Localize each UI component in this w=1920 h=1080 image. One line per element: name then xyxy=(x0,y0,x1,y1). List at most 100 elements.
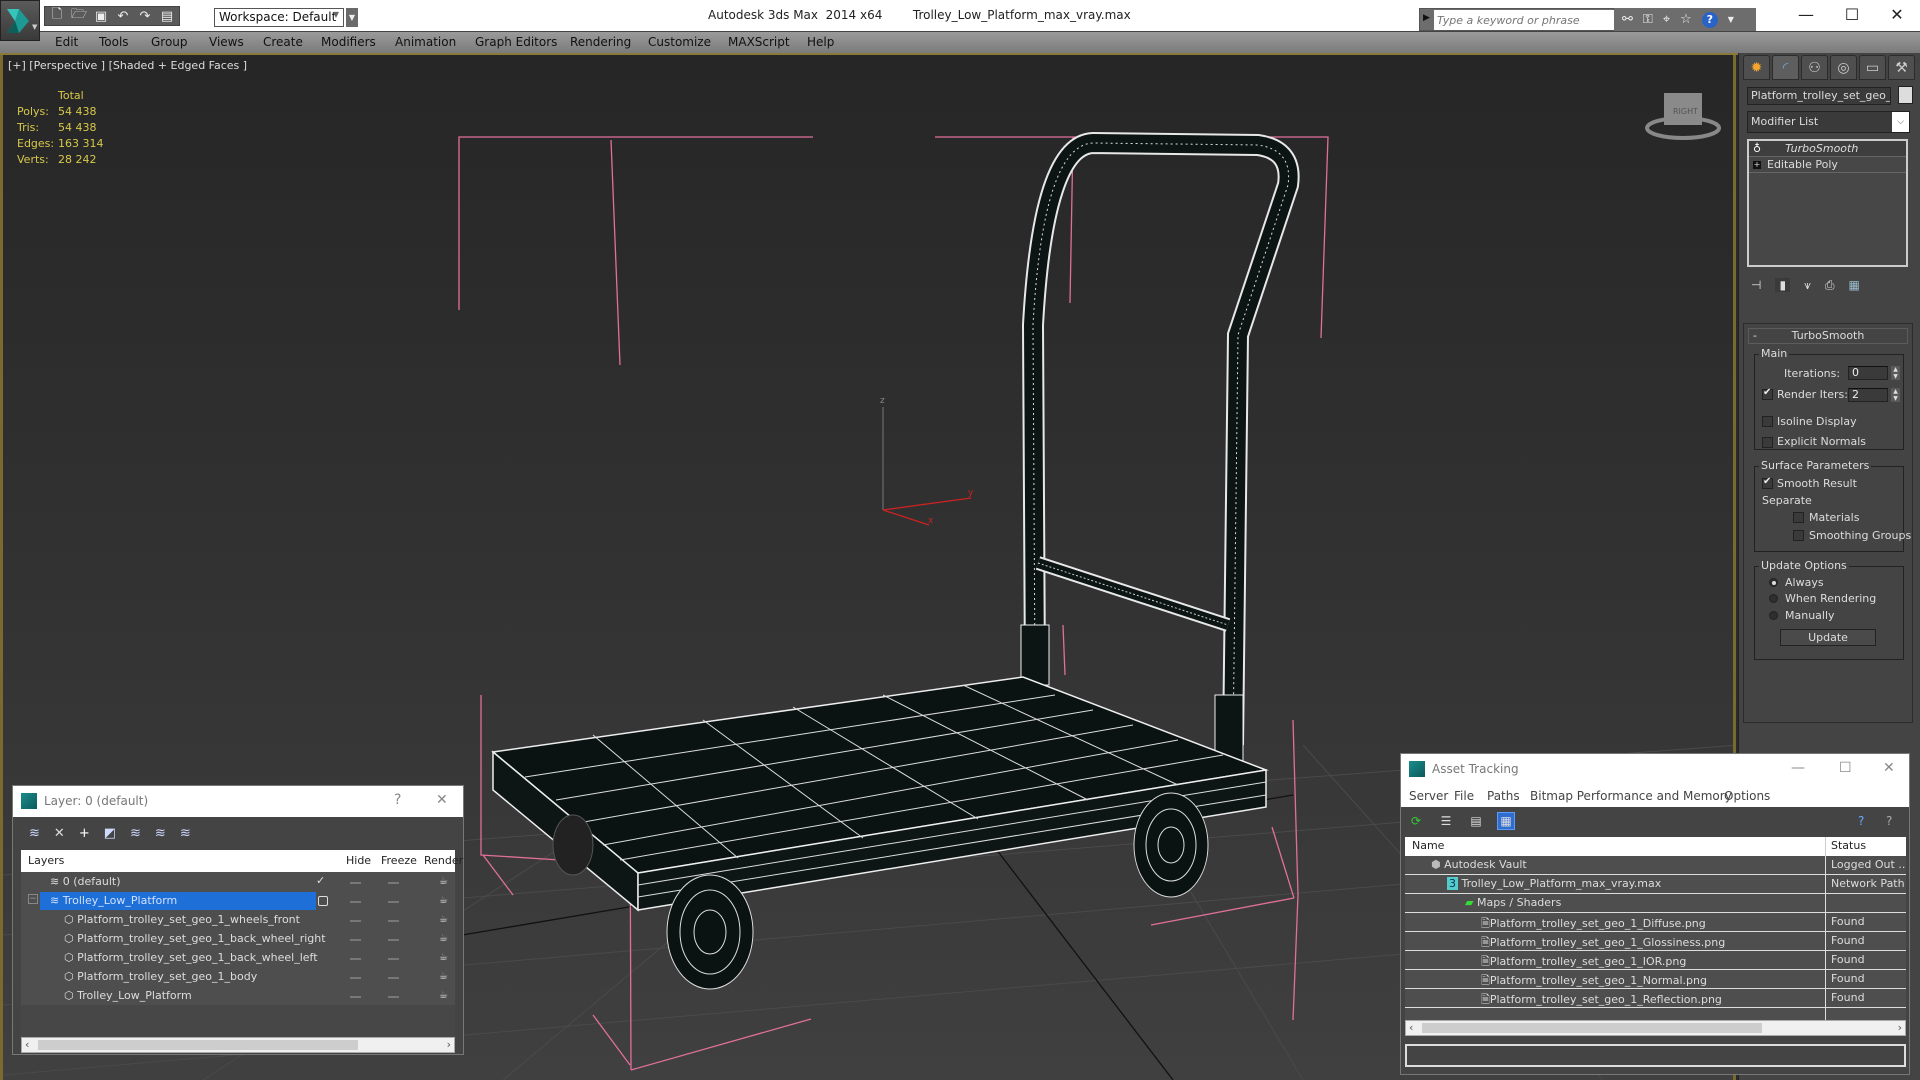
vault-help-icon[interactable]: ? xyxy=(1858,814,1864,828)
explicit-normals-checkbox[interactable] xyxy=(1762,437,1773,448)
render-iters-spinner-field[interactable]: 2 xyxy=(1848,388,1888,402)
rollout-header[interactable]: - TurboSmooth xyxy=(1748,328,1908,344)
stack-item-turbosmooth[interactable]: ♁ TurboSmooth xyxy=(1749,141,1906,157)
application-menu-button[interactable]: ▼ xyxy=(0,0,40,41)
remove-modifier-icon[interactable]: ⎙ xyxy=(1825,278,1835,293)
asset-path-field[interactable] xyxy=(1405,1044,1906,1067)
star-icon[interactable]: ☆ xyxy=(1680,12,1692,27)
dialog-title-bar[interactable]: Layer: 0 (default) ? ✕ xyxy=(13,786,463,817)
freeze-toggle[interactable] xyxy=(388,958,399,960)
help-icon[interactable]: ? xyxy=(1701,11,1718,28)
teapot-render-icon[interactable]: ☕ xyxy=(439,895,448,906)
smooth-result-checkbox[interactable] xyxy=(1762,476,1773,489)
always-radio[interactable] xyxy=(1769,578,1778,587)
asset-row[interactable]: ⬢ Autodesk Vault Logged Out ... xyxy=(1405,856,1906,875)
object-row[interactable]: ⬡ Platform_trolley_set_geo_1_back_wheel_… xyxy=(26,949,459,968)
teapot-render-icon[interactable]: ☕ xyxy=(439,952,448,963)
menu-edit[interactable]: Edit xyxy=(55,35,78,49)
stack-item-editable-poly[interactable]: + Editable Poly xyxy=(1749,157,1906,173)
create-layer-icon[interactable]: ≋ xyxy=(29,826,40,841)
chevron-down-icon[interactable]: ▼ xyxy=(1728,15,1734,24)
lightbulb-icon[interactable]: ♁ xyxy=(1753,142,1761,155)
binoculars-icon[interactable]: ⚯ xyxy=(1622,12,1633,27)
menu-bitmap-performance[interactable]: Bitmap Performance and Memory xyxy=(1530,789,1732,803)
layer-row[interactable]: ≋ 0 (default) ✓ ☕ xyxy=(26,873,459,892)
list-view-icon[interactable]: ☰ xyxy=(1437,812,1455,830)
teapot-render-icon[interactable]: ☕ xyxy=(439,914,448,925)
menu-paths[interactable]: Paths xyxy=(1487,789,1520,803)
render-iters-checkbox[interactable] xyxy=(1762,387,1773,400)
hide-toggle[interactable] xyxy=(350,996,361,998)
column-header-render[interactable]: Render xyxy=(424,854,463,867)
manually-radio[interactable] xyxy=(1769,611,1778,620)
hide-toggle[interactable] xyxy=(350,920,361,922)
hide-toggle[interactable] xyxy=(350,882,361,884)
column-header-name[interactable]: Name xyxy=(1412,839,1444,852)
asset-row[interactable]: 🗎Platform_trolley_set_geo_1_Diffuse.png F… xyxy=(1405,913,1906,932)
redo-icon[interactable]: ↷ xyxy=(137,8,153,24)
object-color-swatch[interactable] xyxy=(1898,86,1913,104)
menu-server[interactable]: Server xyxy=(1409,789,1448,803)
open-folder-icon[interactable]: 🗁 xyxy=(71,7,87,24)
menu-help[interactable]: Help xyxy=(807,35,834,49)
minimize-button[interactable]: — xyxy=(1783,0,1829,31)
object-row[interactable]: ⬡ Platform_trolley_set_geo_1_wheels_fron… xyxy=(26,911,459,930)
select-layer-icon[interactable]: ≋ xyxy=(130,826,141,841)
freeze-toggle[interactable] xyxy=(388,977,399,979)
collapse-icon[interactable]: − xyxy=(28,894,38,904)
menu-graph-editors[interactable]: Graph Editors xyxy=(475,35,557,49)
asset-row[interactable]: 3 Trolley_Low_Platform_max_vray.max Netwo… xyxy=(1405,875,1906,894)
asset-row[interactable]: 🗎Platform_trolley_set_geo_1_Normal.png Fo… xyxy=(1405,970,1906,989)
menu-create[interactable]: Create xyxy=(263,35,303,49)
hide-toggle[interactable] xyxy=(350,939,361,941)
menu-customize[interactable]: Customize xyxy=(648,35,711,49)
delete-layer-icon[interactable]: ✕ xyxy=(54,826,65,841)
asset-row[interactable]: ▰ Maps / Shaders xyxy=(1405,894,1906,913)
utilities-tab[interactable]: ⚒ xyxy=(1888,55,1915,80)
close-button[interactable]: ✕ xyxy=(1874,0,1920,31)
horizontal-scrollbar[interactable]: ‹ › xyxy=(1405,1020,1906,1036)
close-button[interactable]: ✕ xyxy=(436,792,448,808)
layer-row[interactable]: − ≋ Trolley_Low_Platform ☕ xyxy=(26,892,459,911)
object-row[interactable]: ⬡ Platform_trolley_set_geo_1_back_wheel_… xyxy=(26,930,459,949)
freeze-toggle[interactable] xyxy=(388,882,399,884)
column-header-hide[interactable]: Hide xyxy=(346,854,371,867)
freeze-toggle[interactable] xyxy=(388,901,399,903)
hide-toggle[interactable] xyxy=(350,977,361,979)
menu-options[interactable]: Options xyxy=(1724,789,1770,803)
column-header-layers[interactable]: Layers xyxy=(28,854,64,867)
toolbar-overflow-button[interactable]: ▼ xyxy=(346,8,358,27)
smoothing-groups-checkbox[interactable] xyxy=(1793,530,1804,541)
asset-row[interactable]: 🗎Platform_trolley_set_geo_1_IOR.png Found xyxy=(1405,951,1906,970)
show-end-result-icon[interactable]: ▮ xyxy=(1775,278,1791,292)
menu-modifiers[interactable]: Modifiers xyxy=(321,35,376,49)
menu-maxscript[interactable]: MAXScript xyxy=(728,35,790,49)
select-objects-icon[interactable]: ◩ xyxy=(104,826,116,841)
when-rendering-radio[interactable] xyxy=(1769,594,1778,603)
object-row[interactable]: ⬡ Platform_trolley_set_geo_1_body ☕ xyxy=(26,968,459,987)
expand-plus-icon[interactable]: + xyxy=(1753,160,1761,169)
close-button[interactable]: ✕ xyxy=(1883,760,1895,776)
hide-toggle[interactable] xyxy=(350,958,361,960)
tree-view-icon[interactable]: ▤ xyxy=(1467,812,1485,830)
save-icon[interactable]: ▣ xyxy=(93,8,109,24)
update-button[interactable]: Update xyxy=(1780,629,1876,646)
hide-freeze-all-icon[interactable]: ≋ xyxy=(180,826,191,841)
vault-status-icon[interactable]: ? xyxy=(1886,814,1892,828)
minimize-button[interactable]: — xyxy=(1791,760,1805,776)
teapot-render-icon[interactable]: ☕ xyxy=(439,933,448,944)
materials-checkbox[interactable] xyxy=(1793,512,1804,523)
maximize-button[interactable]: ☐ xyxy=(1839,760,1852,776)
freeze-toggle[interactable] xyxy=(388,920,399,922)
iterations-spinner-field[interactable]: 0 xyxy=(1848,366,1888,380)
create-tab[interactable]: ✹ xyxy=(1743,55,1770,80)
pin-stack-icon[interactable]: ⊣ xyxy=(1751,278,1761,292)
search-input[interactable] xyxy=(1434,10,1632,30)
isoline-display-checkbox[interactable] xyxy=(1762,416,1773,427)
expand-arrow-icon[interactable]: ▶ xyxy=(1423,13,1430,23)
modify-tab[interactable]: ◜ xyxy=(1772,55,1799,80)
scrollbar-thumb[interactable] xyxy=(38,1040,358,1050)
table-view-icon[interactable]: ▦ xyxy=(1497,812,1515,830)
key-icon[interactable]: ⚿ xyxy=(1643,12,1653,27)
object-name-field[interactable]: Platform_trolley_set_geo_1_l xyxy=(1747,87,1891,105)
